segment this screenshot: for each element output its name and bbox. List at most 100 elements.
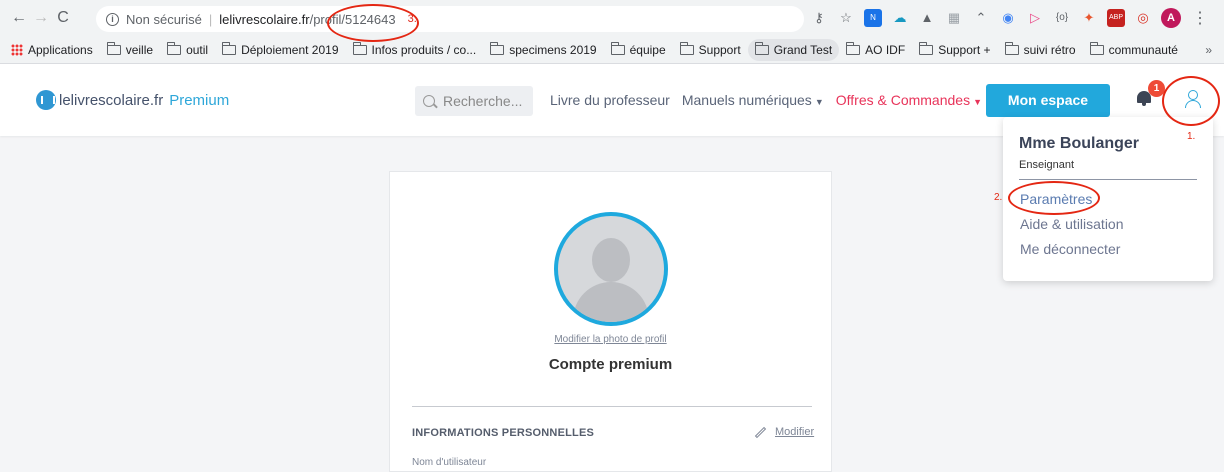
- divider: [412, 406, 812, 407]
- folder-icon: [754, 41, 769, 55]
- bookmark-folder[interactable]: Déploiement 2019: [215, 39, 345, 61]
- back-arrow-icon[interactable]: ←: [8, 9, 30, 27]
- badge-icon[interactable]: ◎: [1134, 9, 1152, 27]
- bookmark-folder[interactable]: Infos produits / co...: [346, 39, 484, 61]
- info-icon[interactable]: i: [106, 12, 119, 26]
- bookmark-applications[interactable]: Applications: [4, 39, 100, 61]
- bookmark-label: Grand Test: [773, 42, 833, 57]
- site-logo[interactable]: lelivrescolaire.fr Premium: [36, 90, 229, 110]
- url-path: /profil/5124643: [309, 11, 396, 27]
- bookmark-label: Infos produits / co...: [371, 42, 477, 57]
- menu-item-deconnexion[interactable]: Me déconnecter: [1020, 241, 1120, 257]
- folder-icon: [919, 41, 934, 55]
- bookmark-folder[interactable]: communauté: [1083, 39, 1185, 61]
- arrow-icon[interactable]: ▷: [1026, 9, 1044, 27]
- avatar-head-silhouette: [592, 238, 630, 282]
- folder-icon: [846, 41, 861, 55]
- bookmark-label: Support: [698, 42, 741, 57]
- bookmark-label: communauté: [1108, 42, 1178, 57]
- key-icon[interactable]: ⚷: [810, 9, 828, 27]
- folder-icon: [167, 41, 182, 55]
- reload-icon[interactable]: C: [52, 9, 74, 27]
- bookmarks-bar: Applications veille outil Déploiement 20…: [0, 36, 1224, 64]
- bookmark-label: équipe: [629, 42, 666, 57]
- bookmark-label: outil: [186, 42, 209, 57]
- bookmark-label: suivi rétro: [1023, 42, 1076, 57]
- bookmark-label: veille: [125, 42, 154, 57]
- nav-manuels-label: Manuels numériques: [681, 92, 812, 108]
- user-icon[interactable]: [1182, 88, 1204, 110]
- bookmark-folder[interactable]: suivi rétro: [998, 39, 1083, 61]
- bookmark-folder[interactable]: AO IDF: [839, 39, 912, 61]
- browser-toolbar: ← → C i Non sécurisé | lelivrescolaire.f…: [0, 0, 1224, 36]
- bookmark-folder[interactable]: équipe: [604, 39, 673, 61]
- menu-item-aide[interactable]: Aide & utilisation: [1020, 216, 1124, 232]
- folder-icon: [1089, 41, 1104, 55]
- user-icon-head: [1188, 90, 1198, 100]
- folder-icon: [352, 41, 367, 55]
- mon-espace-button[interactable]: Mon espace: [986, 84, 1110, 117]
- nav-manuels-numeriques[interactable]: Manuels numériques ▼: [682, 92, 824, 108]
- bookmark-label: Déploiement 2019: [241, 42, 339, 57]
- profile-avatar[interactable]: [554, 212, 668, 326]
- logo-premium: Premium: [169, 91, 230, 109]
- menu-item-parametres[interactable]: Paramètres: [1020, 191, 1092, 207]
- bookmarks-overflow[interactable]: »: [1205, 43, 1212, 57]
- drive-icon[interactable]: ▲: [918, 9, 936, 27]
- extensions-bar: ⚷ ☆ N ☁ ▲ ▦ ⌃ ◉ ▷ {o} ✦ ABP ◎ A ⋮: [810, 8, 1208, 28]
- profile-card: Modifier la photo de profil Compte premi…: [389, 171, 832, 472]
- account-dropdown: Mme Boulanger Enseignant Paramètres Aide…: [1003, 117, 1213, 281]
- bookmark-folder[interactable]: Support +: [912, 39, 997, 61]
- pencil-icon: [754, 426, 767, 438]
- chrome-icon[interactable]: ◉: [999, 9, 1017, 27]
- new-extension-icon[interactable]: N: [864, 9, 882, 27]
- extension-icon[interactable]: ▦: [945, 9, 963, 27]
- modify-photo-link[interactable]: Modifier la photo de profil: [390, 334, 831, 345]
- star-icon[interactable]: ☆: [837, 9, 855, 27]
- avatar-body-silhouette: [573, 282, 649, 322]
- user-icon-shoulders: [1185, 100, 1201, 108]
- address-bar[interactable]: i Non sécurisé | lelivrescolaire.fr/prof…: [96, 6, 804, 32]
- account-type-title: Compte premium: [548, 356, 673, 373]
- search-placeholder: Recherche...: [443, 93, 523, 109]
- user-name: Mme Boulanger: [1019, 135, 1140, 152]
- puzzle-icon[interactable]: ✦: [1080, 9, 1098, 27]
- user-role: Enseignant: [1019, 159, 1075, 171]
- bookmark-label: Support +: [938, 42, 991, 57]
- nav-offres-label: Offres & Commandes: [835, 92, 971, 108]
- abp-icon[interactable]: ABP: [1107, 9, 1125, 27]
- folder-icon: [610, 41, 625, 55]
- annotation-step-3: 3.: [407, 13, 417, 25]
- folder-icon: [490, 41, 505, 55]
- caret-down-icon: ▼: [814, 97, 824, 107]
- url-host: lelivrescolaire.fr: [219, 11, 310, 27]
- folder-icon: [106, 41, 121, 55]
- apps-grid-icon: [11, 43, 23, 56]
- bookmark-folder[interactable]: specimens 2019: [483, 39, 603, 61]
- main-nav: Livre du professeur Manuels numériques ▼ …: [550, 92, 982, 108]
- annotation-step-2: 2.: [994, 192, 1003, 203]
- modify-link[interactable]: Modifier: [754, 426, 814, 438]
- bookmark-label: Applications: [28, 42, 93, 57]
- folder-icon: [679, 41, 694, 55]
- forward-arrow-icon[interactable]: →: [30, 9, 52, 27]
- annotation-step-1: 1.: [1187, 131, 1196, 142]
- code-icon[interactable]: {o}: [1053, 9, 1071, 27]
- bookmark-folder[interactable]: Grand Test: [747, 38, 840, 61]
- bookmark-folder[interactable]: veille: [100, 39, 160, 61]
- folder-icon: [222, 41, 237, 55]
- salesforce-icon[interactable]: ☁: [891, 9, 909, 27]
- chrome-menu-icon[interactable]: ⋮: [1192, 8, 1208, 28]
- bell-clapper: [1142, 103, 1146, 106]
- logo-icon: [36, 90, 56, 110]
- nav-livre-du-professeur[interactable]: Livre du professeur: [550, 92, 670, 108]
- bookmark-folder[interactable]: outil: [160, 39, 215, 61]
- analytics-icon[interactable]: ⌃: [972, 9, 990, 27]
- security-label: Non sécurisé: [126, 11, 202, 27]
- bookmark-label: specimens 2019: [509, 42, 597, 57]
- section-title: INFORMATIONS PERSONNELLES: [412, 427, 595, 439]
- search-input[interactable]: Recherche...: [415, 86, 533, 116]
- chrome-profile-avatar[interactable]: A: [1161, 8, 1181, 28]
- nav-offres-commandes[interactable]: Offres & Commandes ▼: [836, 92, 982, 108]
- bookmark-folder[interactable]: Support: [673, 39, 748, 61]
